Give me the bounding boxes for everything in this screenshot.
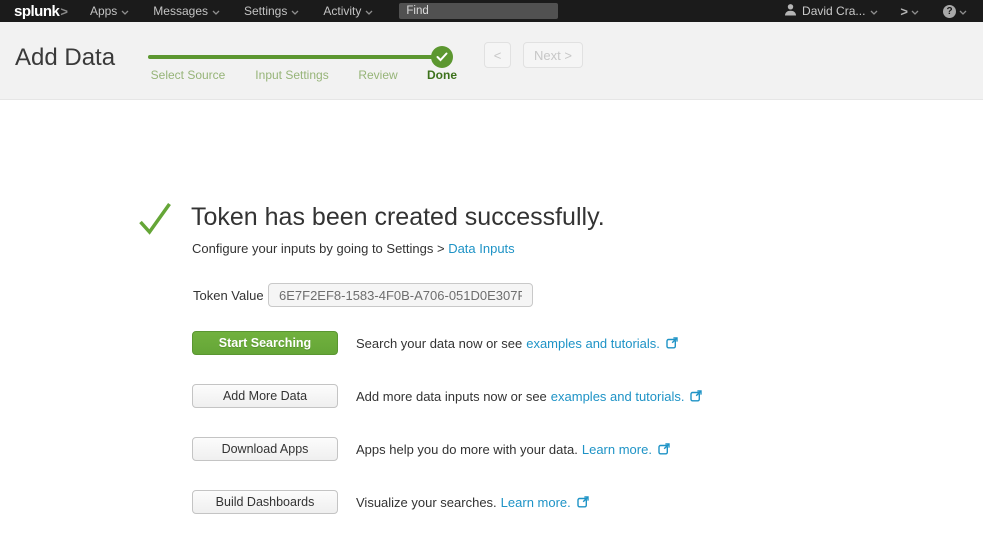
- share-icon: >: [900, 5, 908, 18]
- progress-line: [148, 55, 434, 59]
- step-review: Review: [358, 68, 397, 82]
- chevron-down-icon: [121, 4, 129, 18]
- help-menu[interactable]: ?: [943, 2, 967, 20]
- external-link-icon[interactable]: [658, 443, 670, 458]
- action-desc: Apps help you do more with your data. Le…: [356, 442, 670, 457]
- menu-settings-label: Settings: [244, 4, 287, 18]
- back-button[interactable]: <: [484, 42, 511, 68]
- wizard-header: Add Data Select Source Input Settings Re…: [0, 22, 983, 100]
- token-value-label: Token Value: [193, 288, 264, 303]
- learn-more-link[interactable]: Learn more.: [582, 442, 652, 457]
- menu-messages[interactable]: Messages: [153, 4, 220, 18]
- success-heading: Token has been created successfully.: [191, 203, 605, 232]
- menu-apps[interactable]: Apps: [90, 4, 129, 18]
- menu-messages-label: Messages: [153, 4, 208, 18]
- examples-tutorials-link[interactable]: examples and tutorials.: [526, 336, 660, 351]
- find-search-input[interactable]: [399, 3, 558, 19]
- help-icon: ?: [943, 5, 956, 18]
- action-row-add-more-data: Add More Data Add more data inputs now o…: [192, 384, 702, 408]
- desc-text: Search your data now or see: [356, 336, 522, 351]
- examples-tutorials-link[interactable]: examples and tutorials.: [551, 389, 685, 404]
- desc-text: Apps help you do more with your data.: [356, 442, 578, 457]
- success-subheading: Configure your inputs by going to Settin…: [192, 241, 515, 256]
- subheading-text: Configure your inputs by going to Settin…: [192, 241, 448, 256]
- chevron-down-icon: [911, 2, 919, 20]
- external-link-icon[interactable]: [666, 337, 678, 352]
- menu-activity[interactable]: Activity: [323, 4, 373, 18]
- chevron-down-icon: [959, 2, 967, 20]
- user-icon: [784, 3, 797, 19]
- user-menu[interactable]: David Cra...: [784, 3, 878, 19]
- share-menu[interactable]: >: [900, 2, 919, 20]
- action-desc: Search your data now or see examples and…: [356, 336, 678, 351]
- step-select-source: Select Source: [151, 68, 226, 82]
- build-dashboards-button[interactable]: Build Dashboards: [192, 490, 338, 514]
- menu-apps-label: Apps: [90, 4, 117, 18]
- splunk-logo[interactable]: splunk >: [14, 3, 68, 20]
- action-desc: Add more data inputs now or see examples…: [356, 389, 702, 404]
- add-more-data-button[interactable]: Add More Data: [192, 384, 338, 408]
- top-navbar: splunk > Apps Messages Settings Activity…: [0, 0, 983, 22]
- chevron-down-icon: [870, 4, 878, 18]
- step-done-icon: [431, 46, 453, 68]
- chevron-down-icon: [212, 4, 220, 18]
- step-input-settings: Input Settings: [255, 68, 328, 82]
- learn-more-link[interactable]: Learn more.: [501, 495, 571, 510]
- download-apps-button[interactable]: Download Apps: [192, 437, 338, 461]
- token-value-field[interactable]: [268, 283, 533, 307]
- splunk-logo-chevron: >: [60, 4, 68, 19]
- menu-activity-label: Activity: [323, 4, 361, 18]
- desc-text: Visualize your searches.: [356, 495, 497, 510]
- external-link-icon[interactable]: [690, 390, 702, 405]
- chevron-down-icon: [365, 4, 373, 18]
- splunk-logo-text: splunk: [14, 3, 59, 20]
- menu-settings[interactable]: Settings: [244, 4, 299, 18]
- desc-text: Add more data inputs now or see: [356, 389, 547, 404]
- user-name: David Cra...: [802, 4, 865, 18]
- success-check-icon: [138, 201, 172, 242]
- start-searching-button[interactable]: Start Searching: [192, 331, 338, 355]
- action-row-start-searching: Start Searching Search your data now or …: [192, 331, 678, 355]
- action-desc: Visualize your searches. Learn more.: [356, 495, 589, 510]
- page-title: Add Data: [15, 44, 115, 72]
- action-row-build-dashboards: Build Dashboards Visualize your searches…: [192, 490, 589, 514]
- step-done: Done: [427, 68, 457, 82]
- chevron-down-icon: [291, 4, 299, 18]
- next-button[interactable]: Next >: [523, 42, 583, 68]
- action-row-download-apps: Download Apps Apps help you do more with…: [192, 437, 670, 461]
- data-inputs-link[interactable]: Data Inputs: [448, 241, 515, 256]
- topnav-right: David Cra... > ?: [784, 2, 983, 20]
- external-link-icon[interactable]: [577, 496, 589, 511]
